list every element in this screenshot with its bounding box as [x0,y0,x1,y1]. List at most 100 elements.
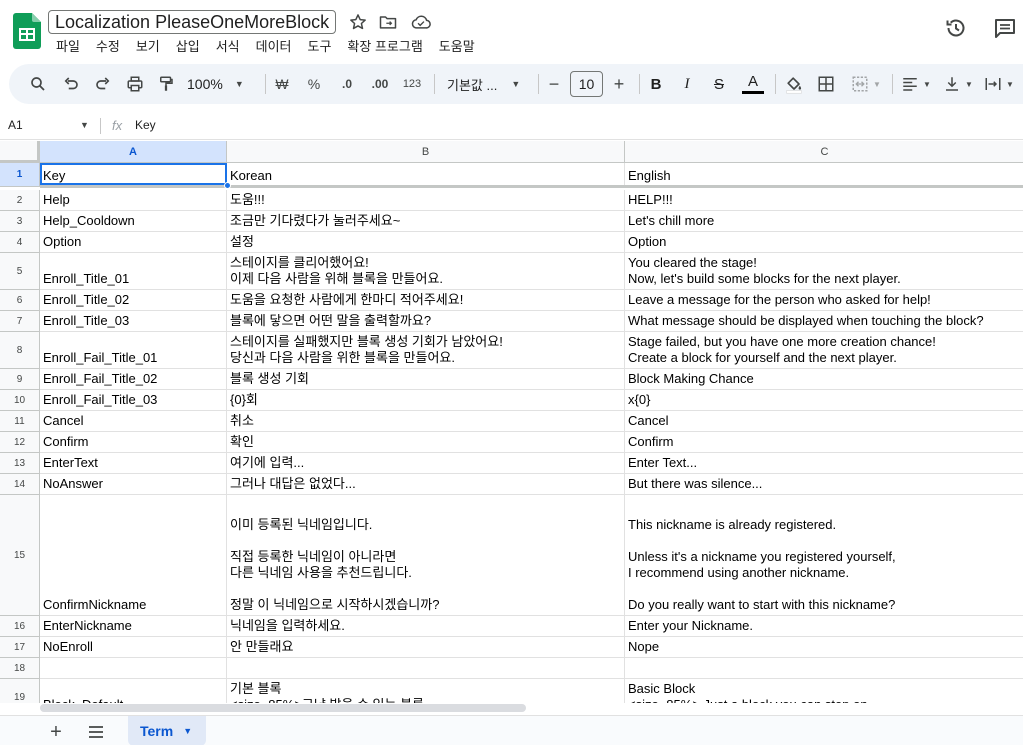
cell-col-c[interactable]: Enter your Nickname. [625,616,1023,637]
cell-col-a[interactable]: NoEnroll [40,637,227,658]
zoom-select[interactable]: 100% ▼ [187,72,255,96]
cell-col-a[interactable]: ConfirmNickname [40,495,227,616]
menu-data[interactable]: 데이터 [248,36,300,58]
cell-col-c[interactable]: Stage failed, but you have one more crea… [625,332,1023,369]
paint-format-icon[interactable] [155,72,177,96]
cell-col-b[interactable]: 도움을 요청한 사람에게 한마디 적어주세요! [227,290,625,311]
cell-col-a[interactable]: NoAnswer [40,474,227,495]
search-menus-icon[interactable] [27,72,49,96]
vertical-align-icon[interactable]: ▼ [941,72,975,96]
row-header[interactable]: 8 [0,332,40,369]
cell-col-a[interactable]: Cancel [40,411,227,432]
star-icon[interactable] [348,12,368,32]
row-header[interactable]: 13 [0,453,40,474]
cell-col-a[interactable]: EnterText [40,453,227,474]
cell-col-b[interactable]: 블록 생성 기회 [227,369,625,390]
menu-view[interactable]: 보기 [128,36,168,58]
cell-col-c[interactable]: Option [625,232,1023,253]
column-header-b[interactable]: B [227,141,625,163]
sheet-tab-term[interactable]: Term ▼ [128,716,206,745]
comments-icon[interactable] [993,16,1017,40]
borders-icon[interactable] [815,72,837,96]
cell-col-c[interactable]: Nope [625,637,1023,658]
row-header[interactable]: 9 [0,369,40,390]
menu-insert[interactable]: 삽입 [168,36,208,58]
sheets-logo-icon[interactable] [13,13,41,49]
bold-icon[interactable]: B [645,72,667,96]
row-header[interactable]: 19 [0,679,40,703]
formula-input[interactable]: Key [135,118,156,132]
text-wrapping-icon[interactable]: ▼ [982,72,1016,96]
row-header[interactable]: 18 [0,658,40,679]
cell-col-c[interactable]: But there was silence... [625,474,1023,495]
select-all-corner[interactable] [0,141,40,163]
cell-col-c[interactable]: Leave a message for the person who asked… [625,290,1023,311]
spreadsheet-grid[interactable]: A B C 1 Key Korean English 2 Help 도움!!! HELP!!! 3 He… [0,141,1023,703]
font-size-input[interactable]: 10 [570,71,603,97]
cell-col-a[interactable]: Enroll_Title_02 [40,290,227,311]
row-header[interactable]: 5 [0,253,40,290]
cell-col-b[interactable]: 확인 [227,432,625,453]
cell-col-a[interactable]: Block_Default [40,679,227,703]
row-header[interactable]: 1 [0,163,40,187]
cell-col-a[interactable]: Enroll_Fail_Title_02 [40,369,227,390]
document-title[interactable]: Localization PleaseOneMoreBlock [48,10,337,34]
horizontal-align-icon[interactable]: ▼ [899,72,933,96]
decrease-decimal-button[interactable]: .0 [335,72,359,96]
menu-format[interactable]: 서식 [208,36,248,58]
row-header[interactable]: 16 [0,616,40,637]
row-header[interactable]: 3 [0,211,40,232]
cell-col-b[interactable]: 스테이지를 실패했지만 블록 생성 기회가 남았어요! 당신과 다음 사람을 위… [227,332,625,369]
cell-col-c[interactable]: You cleared the stage! Now, let's build … [625,253,1023,290]
cell-col-c[interactable]: Basic Block <size=85%> Just a block you … [625,679,1023,703]
italic-icon[interactable]: I [676,72,698,96]
cell-col-a[interactable]: Option [40,232,227,253]
decrease-font-size-icon[interactable]: − [544,72,564,96]
cell-col-a[interactable]: Enroll_Fail_Title_01 [40,332,227,369]
increase-decimal-button[interactable]: .00 [367,72,393,96]
cell-col-b[interactable]: 설정 [227,232,625,253]
increase-font-size-icon[interactable]: + [609,72,629,96]
cell-col-b[interactable]: {0}회 [227,390,625,411]
cell-col-a[interactable]: Enroll_Title_03 [40,311,227,332]
cell-col-b[interactable]: 스테이지를 클리어했어요! 이제 다음 사람을 위해 블록을 만들어요. [227,253,625,290]
frozen-row-divider[interactable] [40,185,1023,188]
cell-col-a[interactable]: Key [40,163,227,187]
cell-col-b[interactable]: Korean [227,163,625,187]
cell-col-a[interactable] [40,658,227,679]
column-header-c[interactable]: C [625,141,1023,163]
text-color-icon[interactable]: A [740,72,766,96]
cell-col-a[interactable]: Enroll_Fail_Title_03 [40,390,227,411]
cell-col-b[interactable]: 이미 등록된 닉네임입니다. 직접 등록한 닉네임이 아니라면 다른 닉네임 사… [227,495,625,616]
column-header-a[interactable]: A [40,141,227,163]
add-sheet-icon[interactable]: + [45,721,67,743]
print-icon[interactable] [124,72,146,96]
cell-col-c[interactable]: Let's chill more [625,211,1023,232]
number-format-button[interactable]: 123 [400,72,424,96]
cell-col-b[interactable]: 블록에 닿으면 어떤 말을 출력할까요? [227,311,625,332]
cell-col-c[interactable]: Cancel [625,411,1023,432]
cell-col-b[interactable]: 조금만 기다렸다가 눌러주세요~ [227,211,625,232]
cell-col-b[interactable]: 기본 블록 <size=85%>그냥 밟을 수 있는 블록 [227,679,625,703]
cell-col-a[interactable]: Enroll_Title_01 [40,253,227,290]
menu-tools[interactable]: 도구 [300,36,340,58]
undo-icon[interactable] [60,72,82,96]
cell-col-b[interactable]: 도움!!! [227,190,625,211]
redo-icon[interactable] [92,72,114,96]
name-box[interactable]: A1 [8,118,23,132]
horizontal-scrollbar-thumb[interactable] [40,704,526,712]
cell-col-b[interactable]: 안 만들래요 [227,637,625,658]
menu-extensions[interactable]: 확장 프로그램 [339,36,430,58]
cell-col-c[interactable]: HELP!!! [625,190,1023,211]
cell-col-b[interactable]: 그러나 대답은 없었다... [227,474,625,495]
menu-edit[interactable]: 수정 [88,36,128,58]
cell-col-b[interactable]: 닉네임을 입력하세요. [227,616,625,637]
strikethrough-icon[interactable]: S [708,72,730,96]
name-box-dropdown-icon[interactable]: ▼ [80,120,89,130]
cell-col-c[interactable]: Confirm [625,432,1023,453]
cell-col-c[interactable]: Enter Text... [625,453,1023,474]
cell-col-b[interactable]: 취소 [227,411,625,432]
merge-cells-icon[interactable]: ▼ [848,72,884,96]
cell-col-c[interactable]: English [625,163,1023,187]
row-header[interactable]: 6 [0,290,40,311]
